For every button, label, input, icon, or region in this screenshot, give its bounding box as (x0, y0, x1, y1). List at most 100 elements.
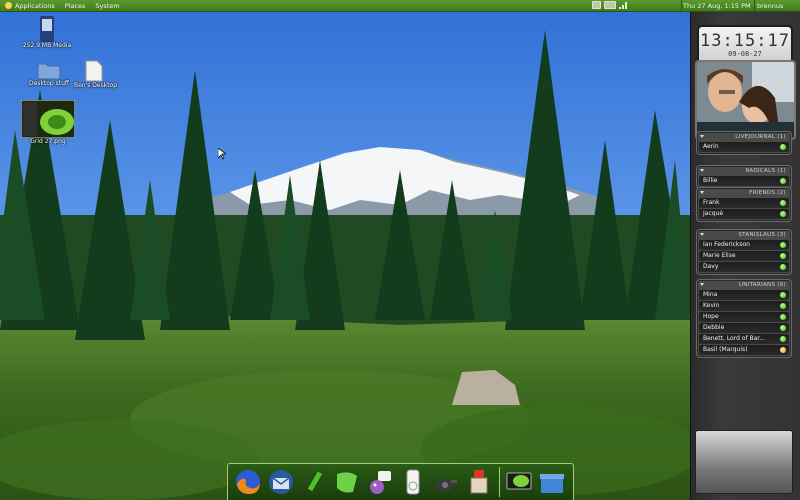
desktop-icon-screenshot[interactable]: Grid 27.png (20, 100, 76, 145)
clock-date: 09-08-27 (728, 50, 762, 58)
expand-triangle-icon[interactable] (700, 283, 704, 286)
network-icon[interactable] (592, 1, 601, 9)
group-padding (697, 153, 791, 154)
buddy-group: FRIENDS (2) Frank Jacqué (696, 187, 792, 222)
buddy-group-header[interactable]: UNITARIANS (6) (697, 280, 791, 290)
panel-clock[interactable]: Thu 27 Aug, 1:15 PM (683, 0, 751, 12)
buddy-group-name: FRIENDS (2) (749, 190, 786, 196)
group-padding (697, 273, 791, 274)
trash-widget[interactable] (695, 430, 793, 494)
terminal-monitor-icon[interactable] (505, 468, 533, 496)
buddy-group: STANISLAUS (3) Ian Federickson Marie Elise… (696, 229, 792, 275)
buddy-name: Aerin (703, 143, 719, 150)
buddy-group-name: LIVEJOURNAL (1) (735, 134, 786, 140)
buddy-name: Kevin (703, 302, 720, 309)
group-padding (697, 220, 791, 221)
status-online-icon (780, 303, 786, 309)
buddy-row[interactable]: Aerin (699, 142, 789, 152)
buddy-row[interactable]: Basil (Marquis) (699, 345, 789, 355)
system-menu[interactable]: System (90, 0, 124, 12)
buddy-name: Hope (703, 313, 719, 320)
status-online-icon (780, 325, 786, 331)
buddy-name: Debbie (703, 324, 725, 331)
dock-separator (499, 467, 500, 497)
buddy-group-header[interactable]: LIVEJOURNAL (1) (697, 132, 791, 142)
status-online-icon (780, 144, 786, 150)
firefox-icon[interactable] (234, 468, 262, 496)
buddy-group-header[interactable]: RADICALS (1) (697, 166, 791, 176)
status-online-icon (780, 292, 786, 298)
desktop-icon-media[interactable]: 252.9 MB Media (20, 16, 74, 49)
status-online-icon (780, 178, 786, 184)
buddy-row[interactable]: Ian Federickson (699, 240, 789, 250)
status-away-icon (780, 347, 786, 353)
buddy-row[interactable]: Kevin (699, 301, 789, 311)
expand-triangle-icon[interactable] (700, 169, 704, 172)
buddy-row[interactable]: Hope (699, 312, 789, 322)
thunderbird-icon[interactable] (267, 468, 295, 496)
user-switcher[interactable]: brennus (757, 0, 783, 12)
places-menu-label: Places (64, 1, 86, 10)
buddy-group: RADICALS (1) Billie (696, 165, 792, 189)
buddy-group-header[interactable]: FRIENDS (2) (697, 188, 791, 198)
buddy-group-name: RADICALS (1) (745, 168, 786, 174)
system-menu-label: System (95, 1, 120, 10)
desktop-icon-file[interactable]: Ben's Desktop (74, 60, 118, 89)
status-online-icon (780, 242, 786, 248)
buddy-name: Billie (703, 177, 718, 184)
buddy-row[interactable]: Frank (699, 198, 789, 208)
screenshot-thumbnail-icon (21, 100, 75, 138)
panel-separator (681, 0, 682, 12)
expand-triangle-icon[interactable] (700, 233, 704, 236)
pidgin-icon[interactable] (366, 468, 394, 496)
panel-separator (754, 0, 755, 12)
buddy-row[interactable]: Jacqué (699, 209, 789, 219)
desktop-icon-label: Grid 27.png (30, 138, 66, 145)
buddy-name: Mina (703, 291, 718, 298)
notes-icon[interactable] (333, 468, 361, 496)
buddy-name: Davy (703, 263, 719, 270)
mouse-pointer-icon (218, 148, 226, 160)
buddy-group-name: UNITARIANS (6) (738, 282, 786, 288)
buddy-name: Ian Federickson (703, 241, 750, 248)
buddy-row[interactable]: Debbie (699, 323, 789, 333)
buddy-name: Jacqué (703, 210, 724, 217)
buddy-row[interactable]: Mina (699, 290, 789, 300)
volume-icon[interactable] (604, 1, 616, 9)
applications-menu-label: Applications (15, 1, 55, 10)
desktop-wallpaper (0, 0, 800, 500)
desktop-icon-folder[interactable]: Desktop stuff (26, 60, 72, 87)
desktop-icon-label: 252.9 MB Media (22, 42, 72, 49)
expand-triangle-icon[interactable] (700, 135, 704, 138)
file-icon (85, 60, 103, 82)
buddy-name: Frank (703, 199, 720, 206)
package-installer-icon[interactable] (465, 468, 493, 496)
desktop-icon-label: Ben's Desktop (74, 82, 118, 89)
buddy-name: Basil (Marquis) (703, 346, 748, 353)
buddy-row[interactable]: Billie (699, 176, 789, 186)
expand-triangle-icon[interactable] (700, 191, 704, 194)
group-padding (697, 356, 791, 357)
buddy-group-name: STANISLAUS (3) (738, 232, 786, 238)
buddy-row[interactable]: Davy (699, 262, 789, 272)
media-drive-icon (40, 16, 54, 42)
clock-time: 13:15:17 (700, 31, 790, 51)
folder-icon (37, 63, 61, 80)
buddy-row[interactable]: Benett, Lord of Bar... (699, 334, 789, 344)
buddy-row[interactable]: Marie Elise (699, 251, 789, 261)
text-editor-icon[interactable] (300, 468, 328, 496)
status-online-icon (780, 253, 786, 259)
top-panel: Applications Places System Thu 27 Aug, 1… (0, 0, 800, 12)
buddy-group-header[interactable]: STANISLAUS (3) (697, 230, 791, 240)
buddy-photo (695, 60, 796, 140)
places-menu[interactable]: Places (60, 0, 91, 12)
screenlets-sidebar: 13:15:17 09-08-27 LIVEJOURNAL (1) Aerin RA… (690, 12, 800, 500)
ipod-icon[interactable] (399, 468, 427, 496)
applications-menu[interactable]: Applications (0, 0, 60, 12)
gnome-camera-icon[interactable] (432, 468, 460, 496)
signal-icon[interactable] (619, 1, 628, 9)
dock (227, 463, 574, 500)
buddy-name: Benett, Lord of Bar... (703, 335, 765, 342)
buddy-group: UNITARIANS (6) Mina Kevin Hope Debbie Benett,… (696, 279, 792, 358)
storage-box-icon[interactable] (538, 468, 566, 496)
